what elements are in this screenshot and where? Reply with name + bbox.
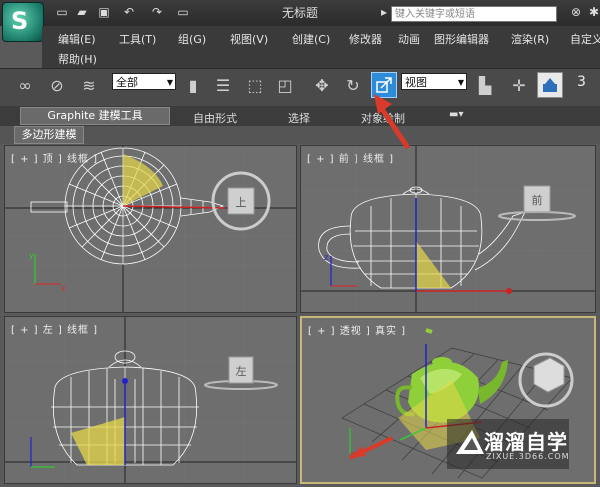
- bind-space-warp-icon[interactable]: ≋: [78, 75, 100, 97]
- keyboard-shortcut-override-button[interactable]: [537, 72, 563, 98]
- svg-text:y: y: [29, 251, 34, 260]
- app-s-icon: S: [11, 7, 29, 35]
- teapot-top-wireframe: 上 y x: [5, 146, 296, 312]
- window-crossing-icon[interactable]: ◰: [274, 75, 296, 97]
- menu-help[interactable]: 帮助(H): [58, 51, 97, 67]
- snap-toggle-label[interactable]: 3: [577, 74, 586, 90]
- tab-graphite-modeling[interactable]: Graphite 建模工具: [20, 107, 170, 125]
- select-object-icon[interactable]: ▮: [182, 75, 204, 97]
- viewcube-front-label[interactable]: 前: [532, 193, 543, 207]
- select-and-link-icon[interactable]: ∞: [14, 75, 36, 97]
- svg-text:x: x: [61, 284, 66, 293]
- viewcube-top-label[interactable]: 上: [236, 196, 247, 209]
- save-icon[interactable]: ▣: [96, 5, 112, 19]
- chevron-down-icon: ▼: [166, 78, 173, 87]
- new-file-icon[interactable]: ▭: [54, 5, 70, 19]
- selection-filter-dropdown[interactable]: 全部 ▼: [112, 73, 176, 90]
- viewport-top[interactable]: [ + ] 顶 ] 线框 ] 上 yx: [4, 145, 297, 313]
- menu-views[interactable]: 视图(V): [230, 31, 268, 47]
- tab-freeform[interactable]: 自由形式: [193, 110, 237, 126]
- window-title: 无标题: [281, 6, 318, 20]
- open-folder-icon[interactable]: ▰: [74, 5, 90, 19]
- menu-animation[interactable]: 动画: [398, 31, 420, 47]
- menu-rendering[interactable]: 渲染(R): [511, 31, 549, 47]
- tab-polygon-modeling[interactable]: 多边形建模: [14, 126, 84, 144]
- rotate-icon[interactable]: ↻: [342, 75, 364, 97]
- viewport-front[interactable]: [ + ] 前 ] 线框 ] 前 z: [300, 145, 596, 313]
- tab-selection[interactable]: 选择: [288, 110, 310, 126]
- viewcube-left-label[interactable]: 左: [236, 365, 247, 378]
- selection-filter-value: 全部: [116, 76, 138, 89]
- ribbon-options-button[interactable]: ▬▾: [449, 109, 475, 123]
- menu-group[interactable]: 组(G): [178, 31, 206, 47]
- redo-icon[interactable]: ↷: [149, 5, 165, 19]
- keyboard-shortcut-icon: [543, 78, 557, 92]
- teapot-left-wireframe: 左: [5, 317, 296, 483]
- select-and-manipulate-icon[interactable]: ✛: [508, 75, 530, 97]
- reference-coordinate-dropdown[interactable]: 视图 ▼: [401, 73, 467, 90]
- unlink-icon[interactable]: ⊘: [46, 75, 68, 97]
- rectangular-selection-icon[interactable]: ⬚: [244, 75, 266, 97]
- menu-tools[interactable]: 工具(T): [119, 31, 156, 47]
- undo-icon[interactable]: ↶: [121, 5, 137, 19]
- menu-create[interactable]: 创建(C): [292, 31, 330, 47]
- search-arrow-icon[interactable]: ▸: [376, 5, 392, 19]
- menu-edit[interactable]: 编辑(E): [58, 31, 96, 47]
- annotation-arrow: [374, 94, 411, 150]
- project-folder-icon[interactable]: ▭: [175, 5, 191, 19]
- menu-modifiers[interactable]: 修改器: [349, 31, 382, 47]
- move-icon[interactable]: ✥: [311, 75, 333, 97]
- chevron-down-icon: ▼: [457, 78, 464, 87]
- search-input[interactable]: 键入关键字或短语: [391, 6, 557, 22]
- binoculars-icon[interactable]: ⊗: [568, 5, 584, 19]
- menu-graph-editors[interactable]: 图形编辑器: [434, 31, 489, 47]
- select-by-name-icon[interactable]: ☰: [212, 75, 234, 97]
- svg-text:z: z: [324, 253, 328, 262]
- menu-customize[interactable]: 自定义: [570, 31, 600, 47]
- app-logo-button[interactable]: S: [2, 2, 44, 42]
- watermark-title: 溜溜自学: [484, 430, 568, 454]
- watermark-url: ZIXUE.3D66.COM: [486, 452, 570, 461]
- ribbon-sub-bar: [0, 126, 600, 144]
- viewport-left[interactable]: [ + ] 左 ] 线框 ] 左: [4, 316, 297, 484]
- communication-icon[interactable]: ✱: [586, 5, 600, 19]
- reference-coordinate-value: 视图: [405, 76, 427, 89]
- pivot-center-icon[interactable]: ▙: [474, 75, 496, 97]
- teapot-front-wireframe: 前 z: [301, 146, 595, 312]
